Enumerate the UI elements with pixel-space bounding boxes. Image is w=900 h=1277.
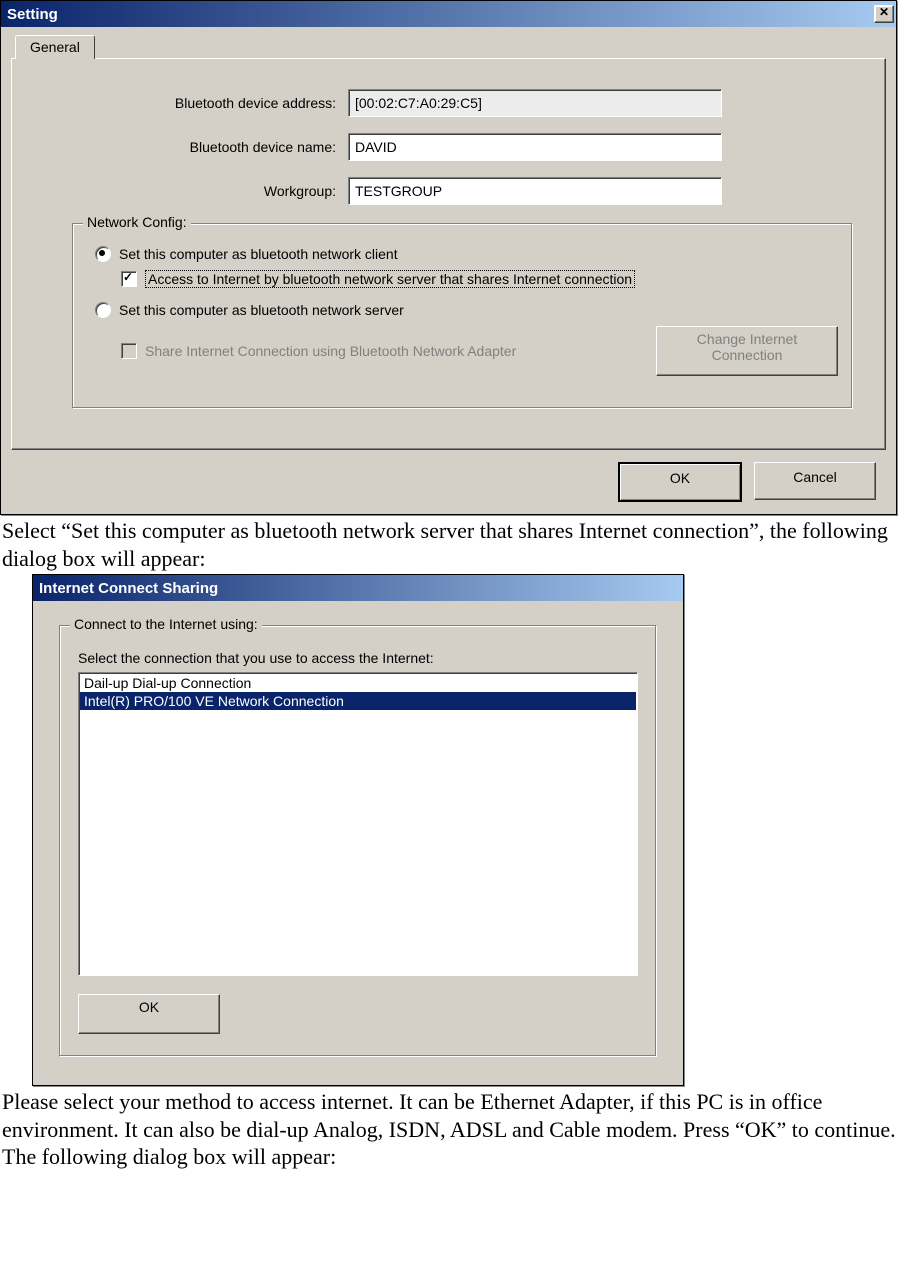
connection-listbox[interactable]: Dail-up Dial-up Connection Intel(R) PRO/… <box>78 672 638 976</box>
radio-client-label: Set this computer as bluetooth network c… <box>119 246 398 262</box>
list-item[interactable]: Dail-up Dial-up Connection <box>80 674 636 692</box>
network-config-fieldset: Network Config: Set this computer as blu… <box>72 223 853 409</box>
setting-titlebar[interactable]: Setting ✕ <box>1 1 896 27</box>
radio-client-row[interactable]: Set this computer as bluetooth network c… <box>95 246 838 262</box>
setting-dialog: Setting ✕ General Bluetooth device addre… <box>0 0 897 515</box>
bt-name-field[interactable] <box>348 133 722 161</box>
label-workgroup: Workgroup: <box>36 183 348 199</box>
list-item[interactable]: Intel(R) PRO/100 VE Network Connection <box>80 692 636 710</box>
check-access[interactable] <box>121 271 137 287</box>
check-share-row: Share Internet Connection using Bluetoot… <box>121 326 838 376</box>
radio-server[interactable] <box>95 302 111 318</box>
tab-general[interactable]: General <box>15 35 95 59</box>
doc-paragraph-1: Select “Set this computer as bluetooth n… <box>2 517 896 572</box>
row-bt-address: Bluetooth device address: <box>36 89 861 117</box>
close-icon[interactable]: ✕ <box>874 5 894 23</box>
check-share-label: Share Internet Connection using Bluetoot… <box>145 343 516 359</box>
change-internet-button: Change Internet Connection <box>656 326 838 376</box>
setting-button-row: OK Cancel <box>11 456 886 502</box>
check-share <box>121 343 137 359</box>
radio-client[interactable] <box>95 246 111 262</box>
ics-legend: Connect to the Internet using: <box>70 616 262 632</box>
doc-paragraph-2: Please select your method to access inte… <box>2 1088 896 1171</box>
ics-body: Connect to the Internet using: Select th… <box>33 601 683 1085</box>
row-bt-name: Bluetooth device name: <box>36 133 861 161</box>
ok-button[interactable]: OK <box>618 462 742 502</box>
workgroup-field[interactable] <box>348 177 722 205</box>
radio-server-label: Set this computer as bluetooth network s… <box>119 302 404 318</box>
ics-dialog: Internet Connect Sharing Connect to the … <box>32 574 684 1086</box>
ics-instruction: Select the connection that you use to ac… <box>78 650 638 666</box>
check-access-label: Access to Internet by bluetooth network … <box>145 270 635 288</box>
setting-title: Setting <box>7 6 874 23</box>
bt-address-field[interactable] <box>348 89 722 117</box>
network-config-legend: Network Config: <box>83 214 191 230</box>
ics-ok-row: OK <box>78 994 638 1034</box>
setting-body: General Bluetooth device address: Blueto… <box>1 27 896 514</box>
tab-panel-general: Bluetooth device address: Bluetooth devi… <box>11 58 886 450</box>
check-access-row[interactable]: Access to Internet by bluetooth network … <box>121 270 838 288</box>
row-workgroup: Workgroup: <box>36 177 861 205</box>
label-bt-address: Bluetooth device address: <box>36 95 348 111</box>
cancel-button[interactable]: Cancel <box>754 462 876 500</box>
tab-row: General <box>15 35 886 59</box>
label-bt-name: Bluetooth device name: <box>36 139 348 155</box>
ics-titlebar[interactable]: Internet Connect Sharing <box>33 575 683 601</box>
ics-title: Internet Connect Sharing <box>39 580 681 597</box>
radio-server-row[interactable]: Set this computer as bluetooth network s… <box>95 302 838 318</box>
ics-fieldset: Connect to the Internet using: Select th… <box>59 625 657 1057</box>
ics-ok-button[interactable]: OK <box>78 994 220 1034</box>
